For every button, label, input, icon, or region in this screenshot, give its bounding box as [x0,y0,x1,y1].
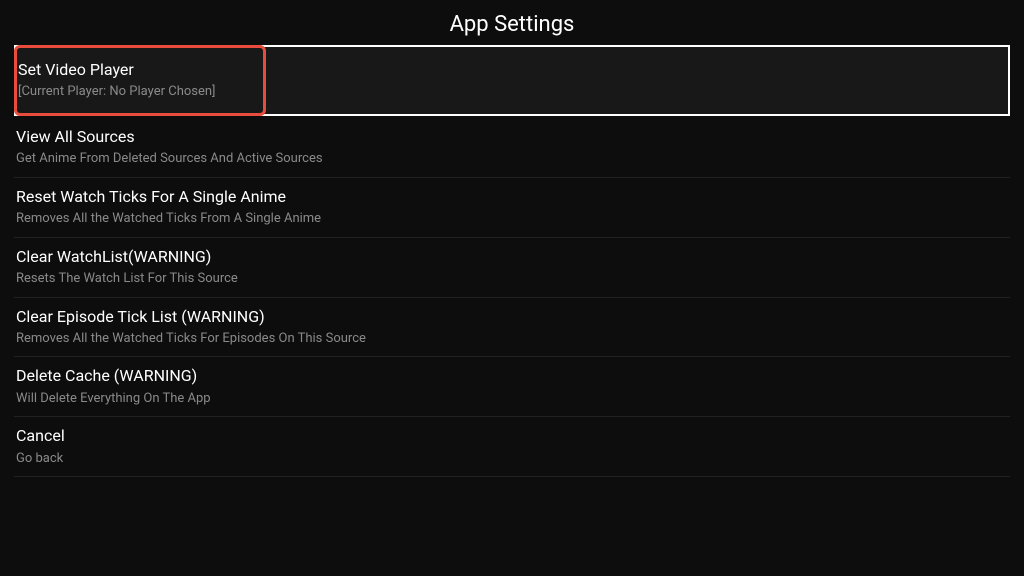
page-title: App Settings [0,0,1024,45]
setting-item-subtitle: Go back [16,449,1008,469]
settings-list: Set Video Player[Current Player: No Play… [0,45,1024,477]
setting-item-subtitle: Removes All the Watched Ticks From A Sin… [16,209,1008,229]
setting-item-title: Set Video Player [18,59,1006,81]
setting-item-3[interactable]: Clear WatchList(WARNING)Resets The Watch… [14,238,1010,298]
setting-item-0[interactable]: Set Video Player[Current Player: No Play… [14,45,1010,116]
setting-item-subtitle: [Current Player: No Player Chosen] [18,82,1006,102]
setting-item-subtitle: Get Anime From Deleted Sources And Activ… [16,149,1008,169]
setting-item-title: Cancel [16,425,1008,447]
setting-item-title: View All Sources [16,126,1008,148]
setting-item-6[interactable]: CancelGo back [14,417,1010,477]
setting-item-title: Reset Watch Ticks For A Single Anime [16,186,1008,208]
setting-item-1[interactable]: View All SourcesGet Anime From Deleted S… [14,118,1010,178]
setting-item-title: Clear Episode Tick List (WARNING) [16,306,1008,328]
setting-item-title: Delete Cache (WARNING) [16,365,1008,387]
setting-item-2[interactable]: Reset Watch Ticks For A Single AnimeRemo… [14,178,1010,238]
setting-item-4[interactable]: Clear Episode Tick List (WARNING)Removes… [14,298,1010,358]
setting-item-subtitle: Resets The Watch List For This Source [16,269,1008,289]
setting-item-5[interactable]: Delete Cache (WARNING)Will Delete Everyt… [14,357,1010,417]
setting-item-subtitle: Removes All the Watched Ticks For Episod… [16,329,1008,349]
setting-item-subtitle: Will Delete Everything On The App [16,389,1008,409]
setting-item-title: Clear WatchList(WARNING) [16,246,1008,268]
